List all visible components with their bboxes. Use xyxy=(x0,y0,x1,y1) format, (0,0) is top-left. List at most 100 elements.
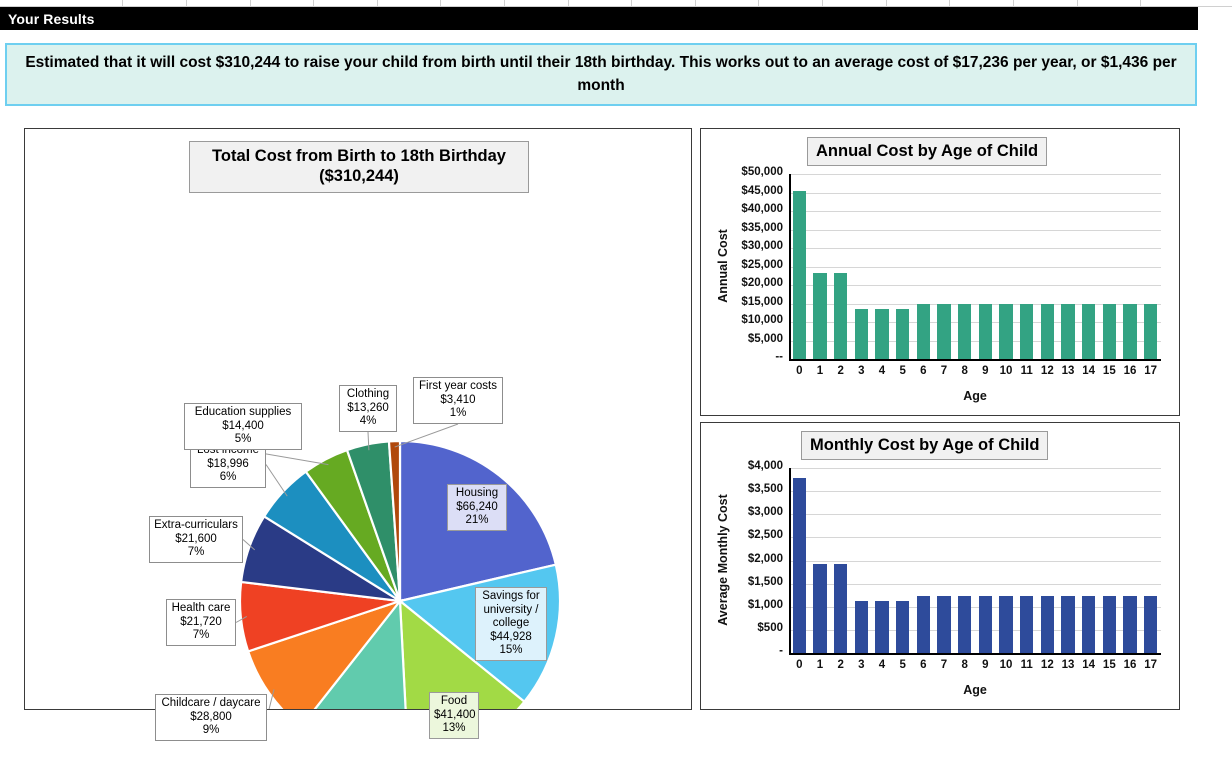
bar[interactable] xyxy=(1081,595,1096,653)
bar[interactable] xyxy=(875,308,889,359)
pie-label-name: Food xyxy=(440,695,468,707)
bar[interactable] xyxy=(1123,303,1137,359)
y-axis-tick-label: $25,000 xyxy=(741,258,783,271)
x-axis-tick-label: 2 xyxy=(837,659,844,671)
spreadsheet-gridline xyxy=(758,0,759,7)
pie-label-percent: 5% xyxy=(234,433,252,446)
y-axis-tick-label: $500 xyxy=(757,621,783,634)
bar[interactable] xyxy=(792,190,807,359)
bar[interactable] xyxy=(1061,595,1075,653)
spreadsheet-gridline xyxy=(377,0,378,7)
pie-label-name: Extra-curriculars xyxy=(154,519,238,531)
bar[interactable] xyxy=(813,273,827,359)
spreadsheet-gridline xyxy=(186,0,187,7)
x-axis-tick-label: 6 xyxy=(920,659,927,671)
gridline xyxy=(789,560,1161,562)
spreadsheet-gridline xyxy=(1077,0,1078,7)
bar[interactable] xyxy=(854,308,869,359)
bar[interactable] xyxy=(1061,303,1075,359)
x-axis-tick-label: 14 xyxy=(1082,365,1096,377)
gridline xyxy=(789,468,1161,469)
pie-slice-label: Health care $21,720 7% xyxy=(166,599,236,646)
bar[interactable] xyxy=(833,563,848,653)
x-axis-tick-label: 8 xyxy=(961,365,968,377)
annual-cost-chart-panel: Annual Cost by Age of Child Annual Cost $… xyxy=(700,128,1180,416)
page-title: Your Results xyxy=(8,10,95,27)
spreadsheet-gridline xyxy=(1013,0,1014,7)
y-axis-tick-label: $50,000 xyxy=(741,166,783,178)
bar[interactable] xyxy=(916,595,931,653)
y-axis-tick-label: $3,500 xyxy=(747,483,783,496)
spreadsheet-gridline xyxy=(504,0,505,7)
bar[interactable] xyxy=(895,308,910,359)
x-axis-tick-label: 5 xyxy=(899,365,906,377)
bar[interactable] xyxy=(978,303,993,359)
bar[interactable] xyxy=(792,477,807,653)
bar[interactable] xyxy=(1102,595,1117,653)
y-axis-tick-label: $10,000 xyxy=(741,314,783,326)
y-axis-tick-label: $5,000 xyxy=(747,332,783,345)
bar[interactable] xyxy=(1143,595,1158,653)
bar[interactable] xyxy=(895,600,910,653)
bar[interactable] xyxy=(1123,595,1137,653)
pie-label-value: $66,240 xyxy=(456,500,498,513)
bar[interactable] xyxy=(999,303,1013,359)
bar[interactable] xyxy=(1019,303,1034,359)
pie-slice-label: Savings for university / college $44,928 15% xyxy=(475,587,547,661)
pie-label-percent: 21% xyxy=(465,514,489,527)
y-axis-tick-label: $35,000 xyxy=(741,221,783,234)
bar[interactable] xyxy=(1040,595,1055,653)
bar[interactable] xyxy=(833,273,848,359)
x-axis-tick-label: 13 xyxy=(1061,659,1075,671)
spreadsheet-gridline xyxy=(1140,0,1141,7)
bar[interactable] xyxy=(875,600,889,653)
bar[interactable] xyxy=(1102,303,1117,359)
annual-cost-bar-chart: Annual Cost $50,000 $45,000 $40,000 $35,000 $… xyxy=(701,129,1179,415)
x-axis-tick-label: 16 xyxy=(1123,365,1137,377)
bar[interactable] xyxy=(937,595,951,653)
pie-label-value: $18,996 xyxy=(207,457,249,470)
pie-chart-panel: Total Cost from Birth to 18th Birthday (… xyxy=(24,128,692,760)
x-axis-tick-label: 10 xyxy=(999,365,1013,377)
bar[interactable] xyxy=(1040,303,1055,359)
y-axis-tick-label: $15,000 xyxy=(741,295,783,308)
gridline xyxy=(789,491,1161,493)
bar[interactable] xyxy=(854,600,869,653)
summary-banner: Estimated that it will cost $310,244 to … xyxy=(5,43,1197,106)
x-axis-tick-label: 15 xyxy=(1102,365,1116,377)
bar[interactable] xyxy=(978,595,993,653)
pie-label-value: $21,600 xyxy=(175,532,217,545)
summary-banner-text: Estimated that it will cost $310,244 to … xyxy=(25,54,1177,94)
pie-label-value: $3,410 xyxy=(440,393,476,406)
bar[interactable] xyxy=(1143,303,1158,359)
pie-label-name: Health care xyxy=(171,602,231,614)
pie-slice-label: Childcare / daycare $28,800 9% xyxy=(155,694,267,741)
y-axis-tick-label: $2,500 xyxy=(747,529,783,542)
bar[interactable] xyxy=(937,303,951,359)
spreadsheet-gridline xyxy=(440,0,441,7)
bar[interactable] xyxy=(916,303,931,359)
pie-label-value: $21,720 xyxy=(180,615,222,628)
spreadsheet-gridline xyxy=(949,0,950,7)
pie-slice-label: Food $41,400 13% xyxy=(429,692,479,739)
pie-label-value: $44,928 xyxy=(490,630,532,643)
pie-label-value: $41,400 xyxy=(434,708,476,721)
results-page: Your Results Estimated that it will cost… xyxy=(0,0,1232,760)
x-axis-tick-label: 7 xyxy=(940,365,948,377)
bar[interactable] xyxy=(957,303,972,359)
pie-label-name: Childcare / daycare xyxy=(161,697,261,709)
bar[interactable] xyxy=(999,595,1013,653)
x-axis-tick-label: 4 xyxy=(878,365,886,377)
bar[interactable] xyxy=(1081,303,1096,359)
y-axis-line xyxy=(789,174,791,360)
bar[interactable] xyxy=(957,595,972,653)
y-axis-tick-label: $3,000 xyxy=(747,506,783,519)
gridline xyxy=(789,174,1161,175)
pie-label-name: Clothing xyxy=(346,388,390,400)
x-axis-tick-label: 10 xyxy=(999,659,1013,671)
bar[interactable] xyxy=(813,563,827,653)
bar[interactable] xyxy=(1019,595,1034,653)
y-axis-tick-label: $4,000 xyxy=(747,460,783,472)
pie-label-percent: 4% xyxy=(359,415,377,428)
pie-label-percent: 1% xyxy=(449,407,467,420)
